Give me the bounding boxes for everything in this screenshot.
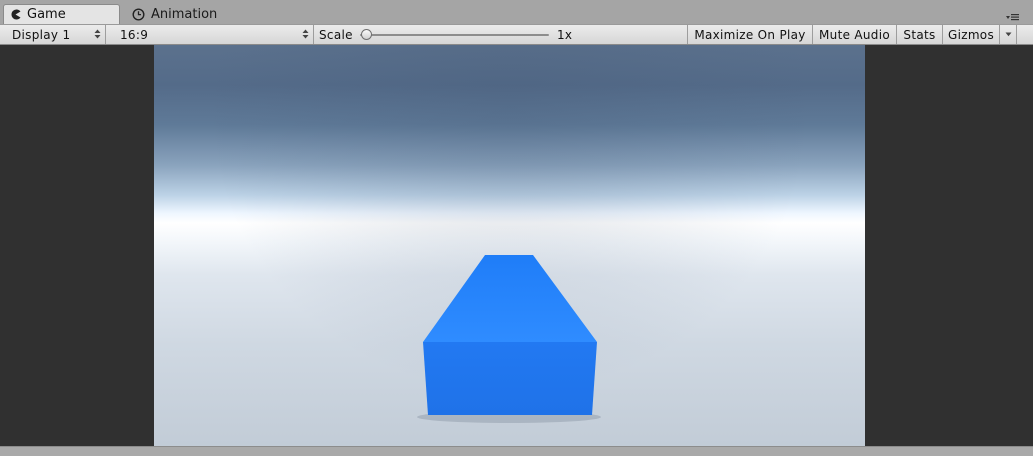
updown-arrows-icon [302,29,309,39]
stats-button[interactable]: Stats [897,25,942,44]
game-toolbar: Display 1 16:9 Scale 1x Maximize On Play [0,24,1033,45]
aspect-ratio-value: 16:9 [120,27,149,42]
display-dropdown-value: Display 1 [12,27,71,42]
tab-animation-label: Animation [151,6,218,22]
updown-arrows-icon [94,29,101,39]
toolbar-divider [105,25,106,44]
scale-value-text: 1x [557,27,573,42]
game-window: Game Animation Display 1 16:9 Scale 1x M… [0,0,1033,456]
pacman-game-icon [10,9,21,20]
tab-animation[interactable]: Animation [128,4,248,24]
bottom-status-strip [0,446,1033,456]
scale-value: 1x [557,25,587,44]
stats-label: Stats [903,27,936,42]
tab-game[interactable]: Game [3,4,120,24]
game-viewport[interactable] [154,45,865,446]
maximize-on-play-button[interactable]: Maximize On Play [688,25,812,44]
triangle-down-icon [1005,32,1011,37]
cube-top-face [423,255,597,342]
cube-front-face [423,342,597,415]
panel-menu-icon[interactable] [1005,10,1019,22]
scale-slider-track[interactable] [360,34,549,36]
mute-audio-button[interactable]: Mute Audio [813,25,896,44]
mute-audio-label: Mute Audio [819,27,890,42]
gizmos-button[interactable]: Gizmos [943,25,999,44]
maximize-on-play-label: Maximize On Play [694,27,806,42]
scale-label-text: Scale [319,27,353,42]
tab-bar: Game Animation [0,0,1033,24]
display-dropdown[interactable]: Display 1 [0,25,105,44]
clock-icon [132,7,145,21]
game-view-area [0,45,1033,446]
scale-slider-thumb[interactable] [361,29,372,40]
tab-game-label: Game [27,7,66,22]
gizmos-dropdown-button[interactable] [1000,25,1016,44]
scale-label: Scale [319,25,359,44]
aspect-ratio-dropdown[interactable]: 16:9 [112,25,313,44]
blue-cube-object [417,255,601,423]
toolbar-divider [313,25,314,44]
toolbar-divider [1016,25,1017,44]
gizmos-label: Gizmos [947,27,994,42]
